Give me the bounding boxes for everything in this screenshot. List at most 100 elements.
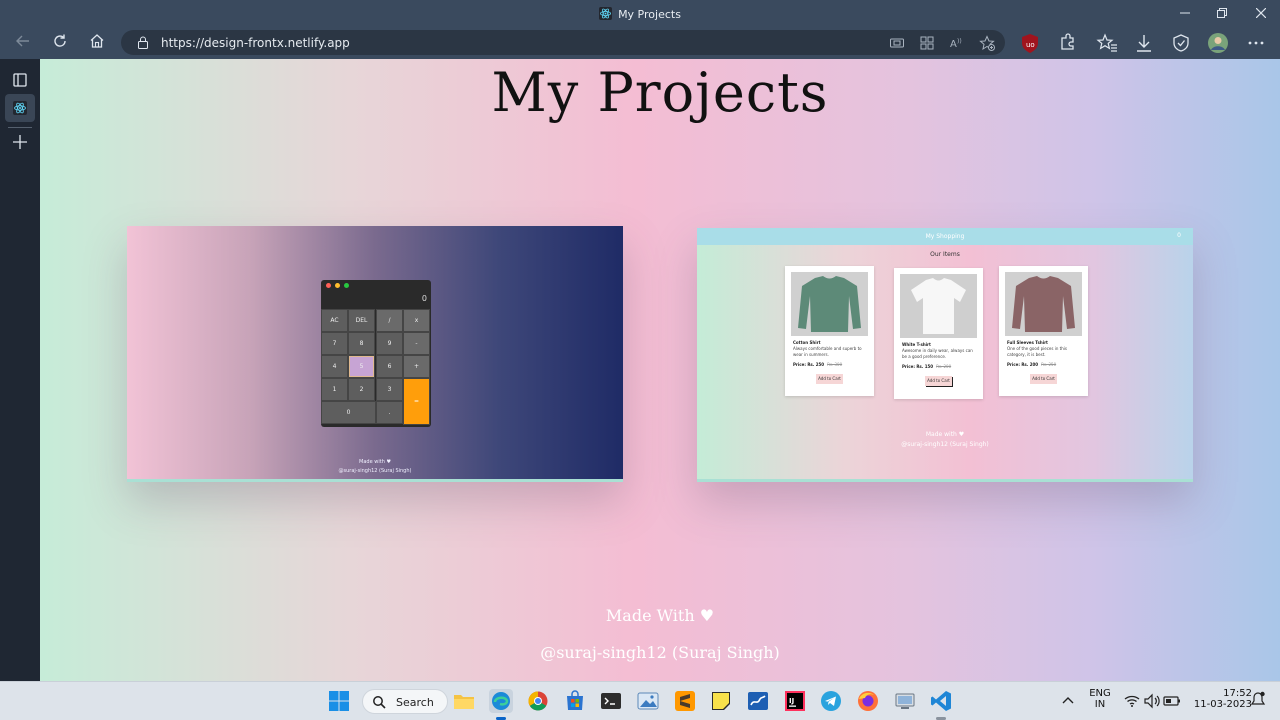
home-button[interactable] <box>85 32 109 56</box>
svg-text:IJ: IJ <box>789 697 794 705</box>
svg-text:uo: uo <box>1026 41 1035 49</box>
calc-key-divide: / <box>376 309 403 332</box>
product-card: Cotton Shirt Always comfortable and supe… <box>785 266 874 396</box>
add-to-cart-button: Add to Cart <box>1030 374 1057 384</box>
windows-taskbar: Search IJ ENG IN 17:52 11-03-2023 <box>0 681 1280 720</box>
sweater-brown-icon <box>1012 276 1075 332</box>
window-close-dot <box>326 283 331 288</box>
close-icon <box>1255 7 1267 19</box>
calc-key-ac: AC <box>321 309 348 332</box>
new-tab-icon[interactable] <box>8 130 32 154</box>
product-old-price: Rs. 300 <box>827 362 843 367</box>
microsoft-store-icon[interactable] <box>563 689 587 713</box>
product-image <box>1005 272 1082 336</box>
more-icon[interactable] <box>1245 32 1267 54</box>
window-maximize-dot <box>344 283 349 288</box>
grid-apps-icon[interactable] <box>919 35 935 51</box>
back-button[interactable] <box>11 32 35 56</box>
clock-time: 17:52 <box>1223 688 1252 699</box>
address-bar[interactable]: https://design-frontx.netlify.app A)) <box>121 30 1005 55</box>
close-window-button[interactable] <box>1250 4 1272 24</box>
telegram-icon[interactable] <box>819 689 843 713</box>
notification-bell-icon[interactable] <box>1250 689 1266 713</box>
url-text: https://design-frontx.netlify.app <box>161 36 350 50</box>
intellij-idea-icon[interactable]: IJ <box>783 689 807 713</box>
shopping-navbar: My Shopping 0 <box>697 228 1193 245</box>
calc-key-equals: = <box>403 378 430 425</box>
product-name: Cotton Shirt <box>793 340 821 345</box>
product-name: Full Sleeves Tshirt <box>1007 340 1048 345</box>
sidebar-divider <box>8 127 32 128</box>
sticky-notes-icon[interactable] <box>709 689 733 713</box>
remote-desktop-icon[interactable] <box>893 689 917 713</box>
calc-key-1: 1 <box>321 378 348 401</box>
product-image <box>900 274 977 338</box>
read-aloud-icon[interactable]: A)) <box>949 35 965 51</box>
calculator-display: 0 <box>421 294 427 303</box>
browser-essentials-icon[interactable] <box>1170 32 1192 54</box>
calc-key-2: 2 <box>348 378 375 401</box>
calculator-preview: 0 AC DEL / x 7 8 9 - 4 5 6 + 1 2 3 = 0 . <box>321 280 431 427</box>
page-heading: My Projects <box>491 61 829 124</box>
chevron-up-icon[interactable] <box>1056 689 1080 713</box>
product-price: Price: Rs. 150 Rs. 200 <box>902 364 952 369</box>
tab-actions-icon[interactable] <box>8 68 32 92</box>
project-card-shopping[interactable]: My Shopping 0 Our Items Cotton Shirt Alw… <box>697 228 1193 482</box>
profile-avatar-icon[interactable] <box>1207 32 1229 54</box>
minimize-button[interactable] <box>1174 4 1196 24</box>
photos-icon[interactable] <box>636 689 660 713</box>
windows-logo-icon[interactable] <box>327 689 351 713</box>
product-name: White T-shirt <box>902 342 931 347</box>
search-label: Search <box>396 696 434 709</box>
favorites-icon[interactable] <box>1096 32 1118 54</box>
clock[interactable]: 17:52 11-03-2023 <box>1188 688 1252 710</box>
footer-made-with: Made With ♥ <box>605 606 715 625</box>
language-code: ENG <box>1089 688 1111 699</box>
react-favicon-icon <box>13 101 27 115</box>
refresh-button[interactable] <box>48 32 72 56</box>
downloads-icon[interactable] <box>1133 32 1155 54</box>
volume-icon[interactable] <box>1142 689 1162 713</box>
calc-key-minus: - <box>403 332 430 355</box>
file-explorer-icon[interactable] <box>452 689 476 713</box>
calc-key-8: 8 <box>348 332 375 355</box>
add-favorite-icon[interactable] <box>979 35 995 51</box>
wifi-icon[interactable] <box>1122 689 1142 713</box>
tshirt-white-icon <box>911 278 966 334</box>
tab-my-projects[interactable] <box>5 94 35 122</box>
window-title: My Projects <box>618 8 681 21</box>
product-description: Always comfortable and superb to wear in… <box>793 346 862 357</box>
calculator-credit: @suraj-singh12 (Suraj Singh) <box>338 468 412 474</box>
footer-credit-link[interactable]: @suraj-singh12 (Suraj Singh) <box>40 643 1280 662</box>
cart-count: 0 <box>1177 232 1181 239</box>
whiteboard-icon[interactable] <box>746 689 770 713</box>
product-price: Price: Rs. 200 Rs. 250 <box>1007 362 1057 367</box>
lock-icon <box>138 36 148 49</box>
terminal-icon[interactable] <box>599 689 623 713</box>
product-description: Awesome in daily wear, always can be a g… <box>902 348 973 359</box>
extensions-icon[interactable] <box>1056 32 1078 54</box>
battery-icon[interactable] <box>1162 689 1182 713</box>
sublime-text-icon[interactable] <box>673 689 697 713</box>
calc-key-5: 5 <box>348 355 375 378</box>
svg-text:A: A <box>950 39 957 50</box>
project-card-calculator[interactable]: 0 AC DEL / x 7 8 9 - 4 5 6 + 1 2 3 = 0 .… <box>127 226 623 482</box>
browser-toolbar: https://design-frontx.netlify.app A)) uo <box>0 28 1280 59</box>
firefox-icon[interactable] <box>856 689 880 713</box>
edge-icon[interactable] <box>489 689 513 713</box>
language-indicator[interactable]: ENG IN <box>1088 688 1112 710</box>
taskbar-search[interactable]: Search <box>362 689 448 714</box>
product-card: White T-shirt Awesome in daily wear, alw… <box>894 268 983 399</box>
calc-key-0: 0 <box>321 401 376 424</box>
calc-key-3: 3 <box>376 378 403 401</box>
vscode-icon[interactable] <box>929 689 953 713</box>
product-price: Price: Rs. 250 Rs. 300 <box>793 362 843 367</box>
restore-button[interactable] <box>1211 4 1233 24</box>
product-card: Full Sleeves Tshirt One of the good piec… <box>999 266 1088 396</box>
chrome-icon[interactable] <box>526 689 550 713</box>
language-region: IN <box>1094 699 1106 710</box>
ublock-origin-icon[interactable]: uo <box>1019 32 1041 54</box>
app-available-icon[interactable] <box>889 35 905 51</box>
add-to-cart-button: Add to Cart <box>816 374 843 384</box>
calc-key-del: DEL <box>348 309 375 332</box>
